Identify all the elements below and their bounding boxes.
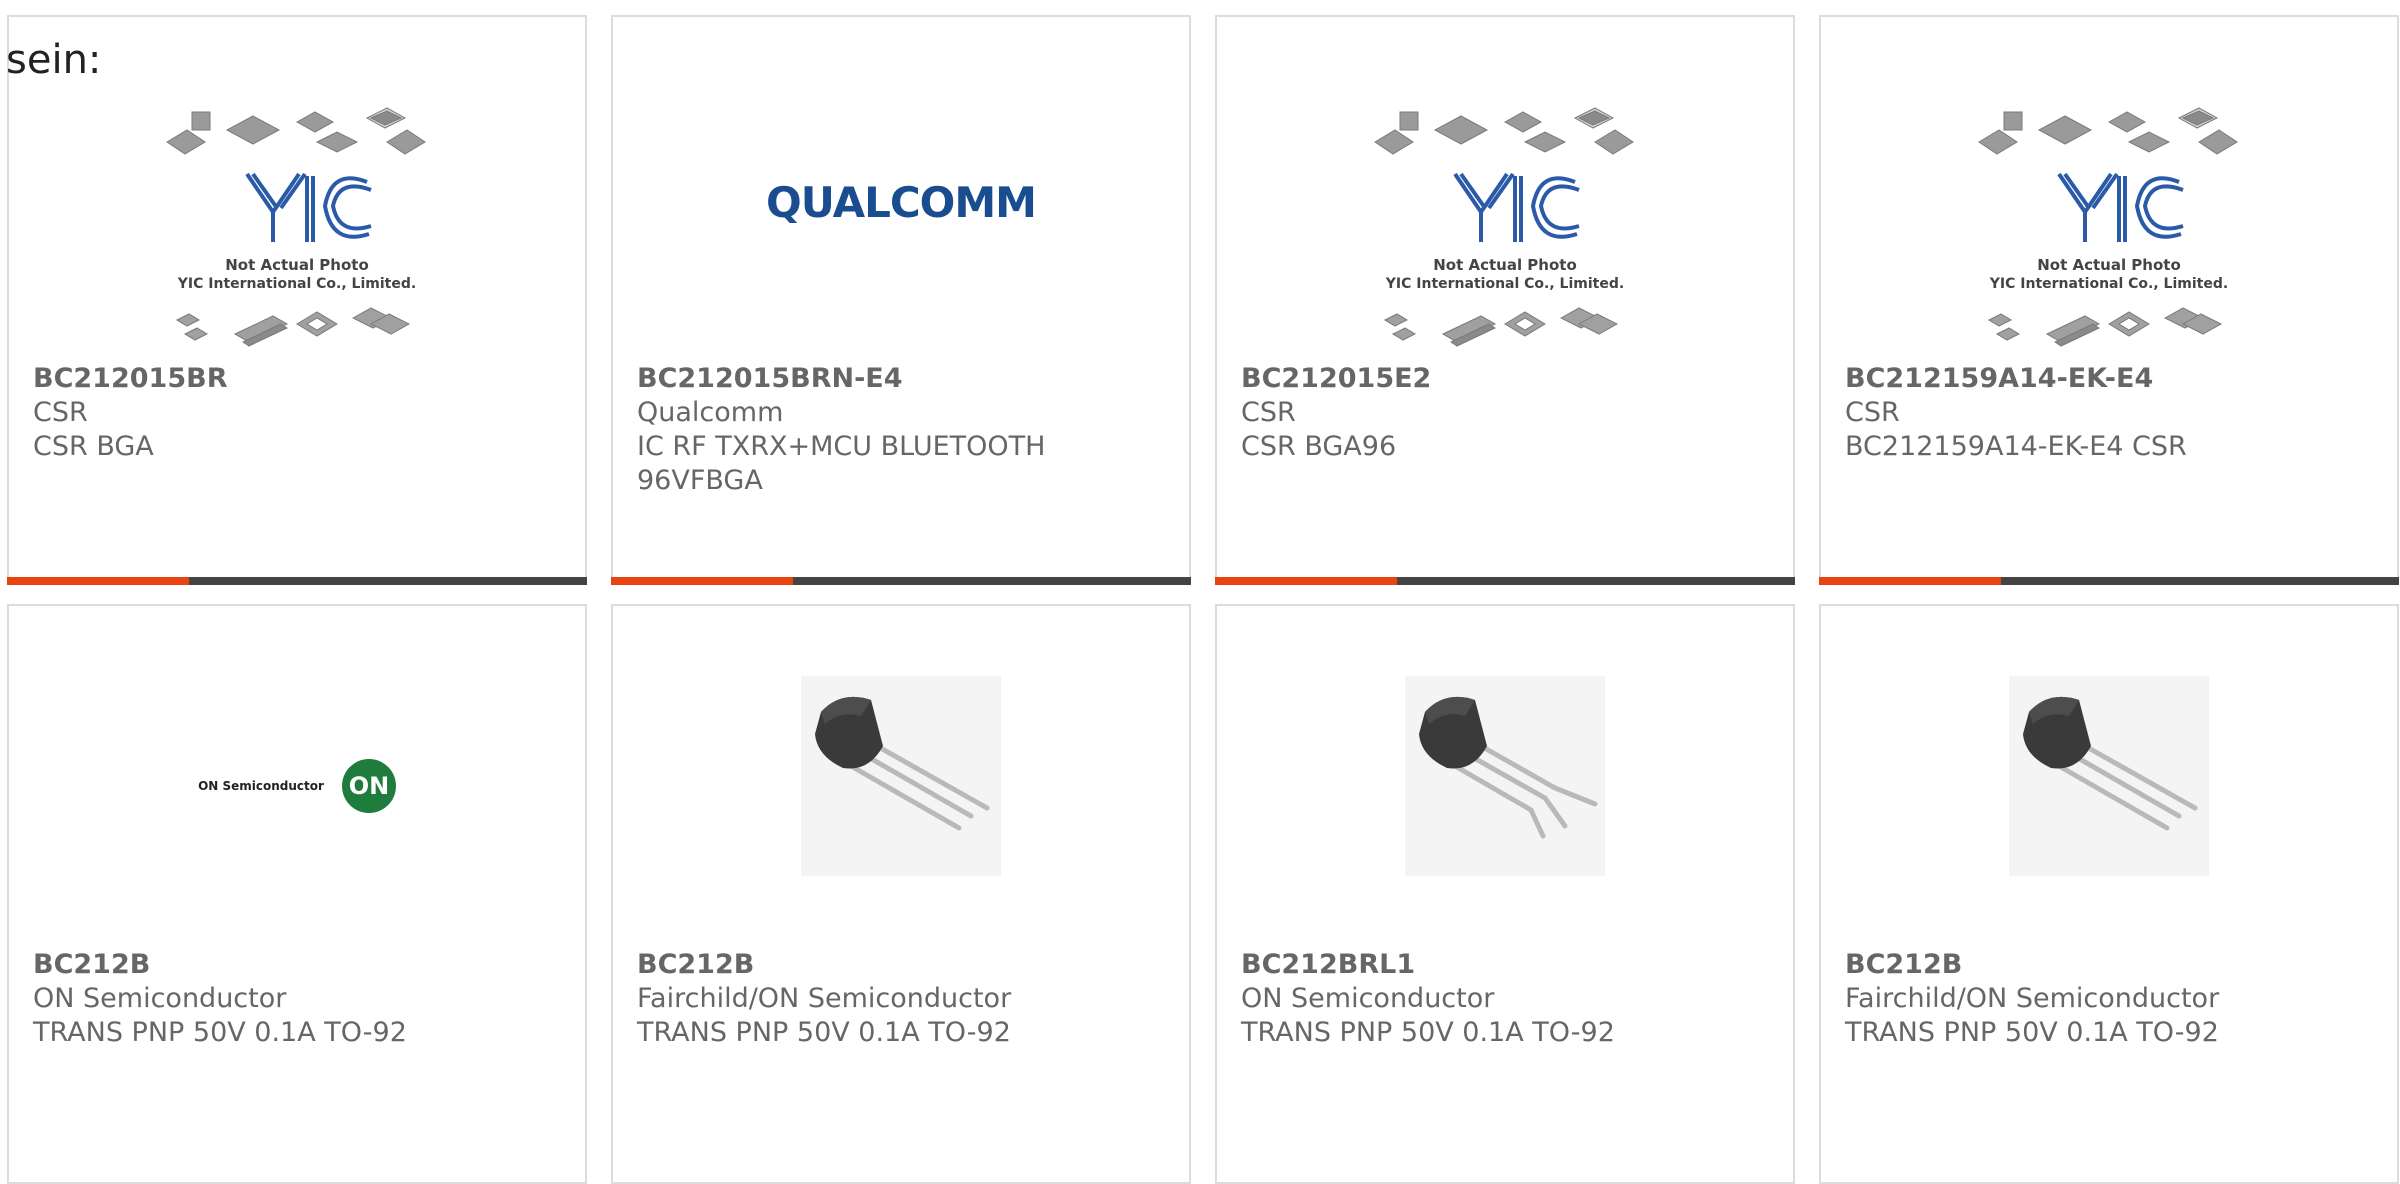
product-image-placeholder: Not Actual Photo YIC International Co., … xyxy=(1821,102,2397,362)
product-manufacturer: Qualcomm xyxy=(637,397,784,428)
intro-text: sein: xyxy=(6,37,102,83)
placeholder-line1: Not Actual Photo xyxy=(225,256,369,274)
product-manufacturer: CSR xyxy=(1241,397,1296,428)
placeholder-line1: Not Actual Photo xyxy=(2037,256,2181,274)
product-description: TRANS PNP 50V 0.1A TO-92 xyxy=(1241,1017,1615,1048)
product-image xyxy=(613,676,1189,876)
product-part-number[interactable]: BC212015BRN-E4 xyxy=(637,362,1169,396)
product-card[interactable]: ON Semiconductor ON BC212B ON Semiconduc… xyxy=(7,604,587,1184)
product-description: CSR BGA96 xyxy=(1241,431,1397,462)
product-grid: Not Actual Photo YIC International Co., … xyxy=(0,0,2400,1184)
product-part-number[interactable]: BC212015E2 xyxy=(1241,362,1773,396)
product-part-number[interactable]: BC212BRL1 xyxy=(1241,948,1773,982)
product-card[interactable]: BC212B Fairchild/ON Semiconductor TRANS … xyxy=(1819,604,2399,1184)
card-bottom-bar xyxy=(7,577,587,585)
placeholder-photo-icon: Not Actual Photo YIC International Co., … xyxy=(1374,107,1634,347)
product-part-number[interactable]: BC212159A14-EK-E4 xyxy=(1845,362,2377,396)
to92-transistor-icon xyxy=(801,676,1001,876)
qualcomm-logo: QUALCOMM xyxy=(613,102,1189,302)
product-card[interactable]: QUALCOMM BC212015BRN-E4 Qualcomm IC RF T… xyxy=(611,15,1191,585)
placeholder-photo-icon: Not Actual Photo YIC International Co., … xyxy=(1978,107,2238,347)
product-description: IC RF TXRX+MCU BLUETOOTH 96VFBGA xyxy=(637,431,1046,496)
product-part-number[interactable]: BC212B xyxy=(637,948,1169,982)
product-part-number[interactable]: BC212B xyxy=(1845,948,2377,982)
on-semi-logo-text: ON Semiconductor xyxy=(198,779,324,793)
product-image xyxy=(1821,676,2397,876)
product-description: TRANS PNP 50V 0.1A TO-92 xyxy=(637,1017,1011,1048)
product-description: BC212159A14-EK-E4 CSR xyxy=(1845,431,2187,462)
on-semi-badge-icon: ON xyxy=(341,759,396,813)
product-manufacturer: CSR xyxy=(1845,397,1900,428)
product-card[interactable]: Not Actual Photo YIC International Co., … xyxy=(7,15,587,585)
placeholder-photo-icon: Not Actual Photo YIC International Co., … xyxy=(166,107,426,347)
to92-transistor-icon xyxy=(2009,676,2209,876)
qualcomm-logo-text: QUALCOMM xyxy=(766,177,1037,227)
placeholder-line2: YIC International Co., Limited. xyxy=(1989,276,2228,292)
product-description: TRANS PNP 50V 0.1A TO-92 xyxy=(33,1017,407,1048)
product-manufacturer: CSR xyxy=(33,397,88,428)
placeholder-line1: Not Actual Photo xyxy=(1433,256,1577,274)
product-part-number[interactable]: BC212015BR xyxy=(33,362,565,396)
product-manufacturer: Fairchild/ON Semiconductor xyxy=(637,983,1012,1014)
product-card[interactable]: BC212B Fairchild/ON Semiconductor TRANS … xyxy=(611,604,1191,1184)
product-part-number[interactable]: BC212B xyxy=(33,948,565,982)
card-bottom-bar xyxy=(611,577,1191,585)
card-bottom-bar xyxy=(1215,577,1795,585)
product-card[interactable]: Not Actual Photo YIC International Co., … xyxy=(1215,15,1795,585)
product-card[interactable]: Not Actual Photo YIC International Co., … xyxy=(1819,15,2399,585)
product-image-placeholder: Not Actual Photo YIC International Co., … xyxy=(1217,102,1793,362)
to92-transistor-bent-icon xyxy=(1405,676,1605,876)
product-description: TRANS PNP 50V 0.1A TO-92 xyxy=(1845,1017,2219,1048)
product-image xyxy=(1217,676,1793,876)
product-manufacturer: ON Semiconductor xyxy=(1241,983,1495,1014)
on-semi-logo: ON Semiconductor ON xyxy=(9,656,585,916)
product-description: CSR BGA xyxy=(33,431,154,462)
placeholder-line2: YIC International Co., Limited. xyxy=(177,276,416,292)
product-manufacturer: Fairchild/ON Semiconductor xyxy=(1845,983,2220,1014)
product-image-placeholder: Not Actual Photo YIC International Co., … xyxy=(9,102,585,362)
product-manufacturer: ON Semiconductor xyxy=(33,983,287,1014)
placeholder-line2: YIC International Co., Limited. xyxy=(1385,276,1624,292)
product-card[interactable]: BC212BRL1 ON Semiconductor TRANS PNP 50V… xyxy=(1215,604,1795,1184)
card-bottom-bar xyxy=(1819,577,2399,585)
